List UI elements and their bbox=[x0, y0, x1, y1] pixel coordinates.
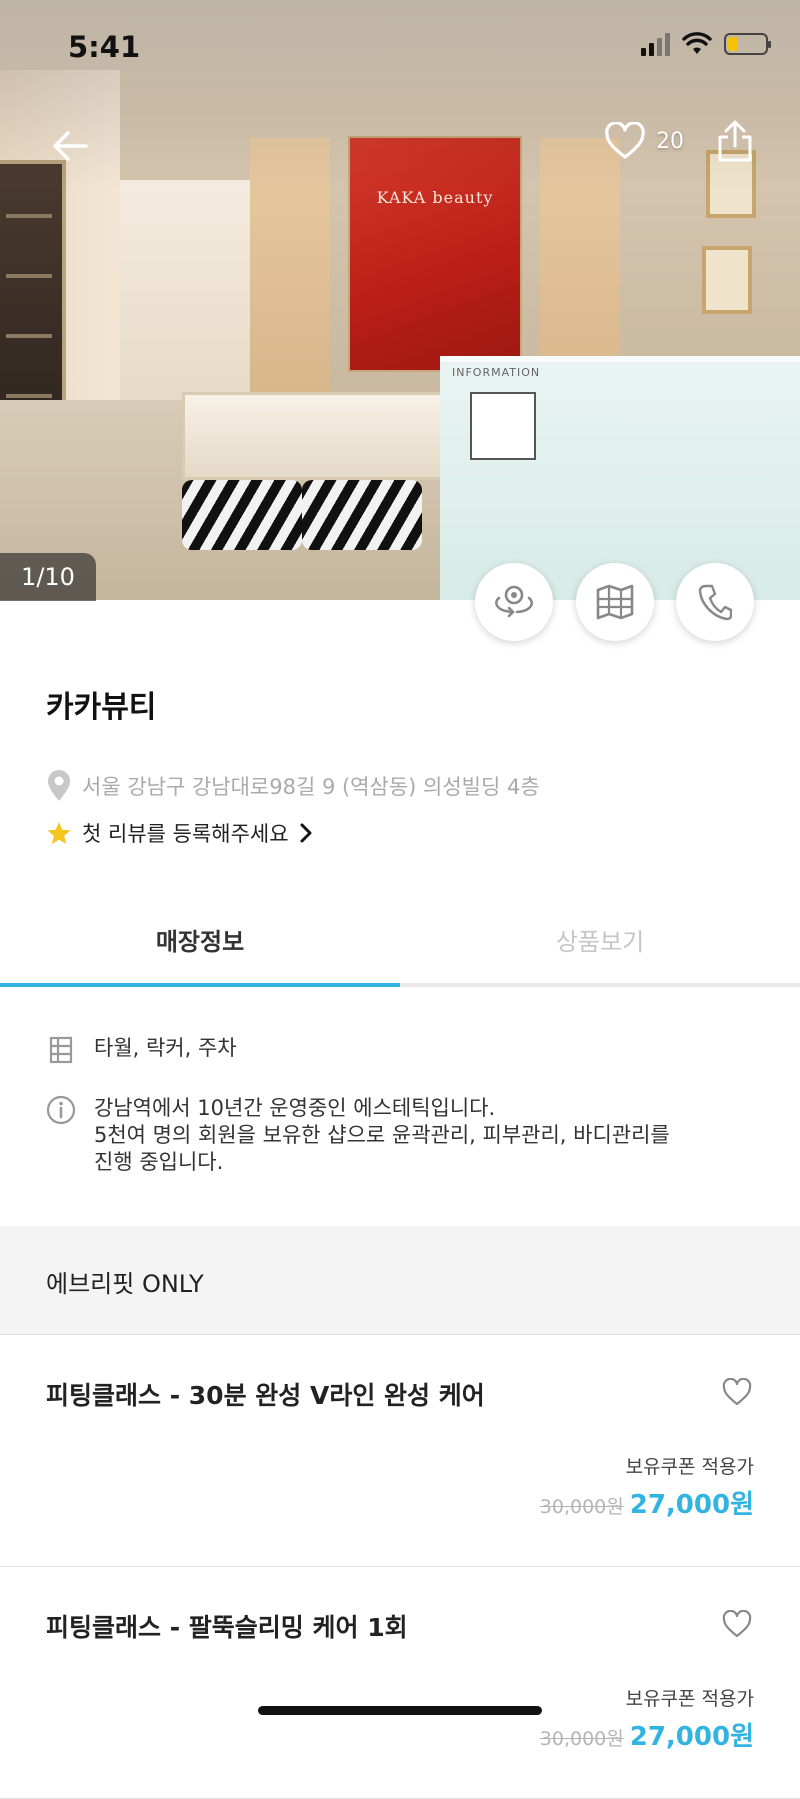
store-photo[interactable]: KAKA beauty INFORMATION bbox=[0, 0, 800, 600]
price-row: 30,000원 27,000원 bbox=[540, 1716, 754, 1753]
view-360-button[interactable] bbox=[475, 563, 553, 641]
address-text: 서울 강남구 강남대로98길 9 (역삼동) 의성빌딩 4층 bbox=[82, 775, 540, 799]
photo-stool bbox=[302, 480, 422, 550]
share-icon[interactable] bbox=[716, 118, 754, 164]
photo-shade bbox=[0, 0, 800, 190]
map-icon bbox=[596, 584, 634, 620]
phone-icon bbox=[698, 584, 732, 621]
photo-stool bbox=[182, 480, 302, 550]
status-time: 5:41 bbox=[68, 30, 141, 64]
heart-icon[interactable] bbox=[722, 1378, 752, 1406]
map-button[interactable] bbox=[576, 563, 654, 641]
product-name: 피팅클래스 - 30분 완성 V라인 완성 케어 bbox=[46, 1381, 485, 1410]
description-line: 5천여 명의 회원을 보유한 샵으로 윤곽관리, 피부관리, 바디관리를 bbox=[94, 1123, 670, 1147]
description-line: 강남역에서 10년간 운영중인 에스테틱입니다. bbox=[94, 1096, 496, 1120]
store-address: 서울 강남구 강남대로98길 9 (역삼동) 의성빌딩 4층 bbox=[46, 770, 540, 802]
photo-frame bbox=[702, 246, 752, 314]
star-icon bbox=[47, 821, 71, 844]
amenities-icon bbox=[46, 1035, 76, 1065]
like-button[interactable]: 20 bbox=[604, 122, 684, 160]
view-360-icon bbox=[495, 585, 533, 618]
tab-active-indicator bbox=[0, 983, 400, 987]
photo-display-case bbox=[182, 392, 448, 480]
status-icons bbox=[641, 32, 771, 56]
product-card[interactable]: 피팅클래스 - 30분 완성 V라인 완성 케어 보유쿠폰 적용가 30,000… bbox=[0, 1334, 800, 1567]
description-row: 강남역에서 10년간 운영중인 에스테틱입니다. 5천여 명의 회원을 보유한 … bbox=[46, 1095, 670, 1176]
original-price: 30,000원 bbox=[539, 1496, 624, 1518]
amenities-text: 타월, 락커, 주차 bbox=[94, 1036, 237, 1060]
heart-icon[interactable] bbox=[722, 1610, 752, 1638]
photo-counter-sign bbox=[470, 392, 536, 460]
like-count: 20 bbox=[656, 128, 684, 154]
info-icon bbox=[46, 1095, 76, 1125]
section-title: 에브리핏 ONLY bbox=[46, 1270, 204, 1298]
amenities-row: 타월, 락커, 주차 bbox=[46, 1035, 237, 1065]
image-counter: 1/10 bbox=[0, 553, 96, 601]
photo-corridor bbox=[120, 180, 250, 420]
product-card[interactable]: 피팅클래스 - 팔뚝슬리밍 케어 1회 보유쿠폰 적용가 30,000원 27,… bbox=[0, 1566, 800, 1799]
review-link[interactable]: 첫 리뷰를 등록해주세요 bbox=[46, 818, 313, 848]
product-name: 피팅클래스 - 팔뚝슬리밍 케어 1회 bbox=[46, 1613, 408, 1642]
battery-icon bbox=[724, 33, 771, 55]
section-header: 에브리핏 ONLY bbox=[0, 1226, 800, 1335]
cellular-signal-icon bbox=[641, 32, 670, 56]
location-pin-icon bbox=[48, 770, 70, 801]
tab-products[interactable]: 상품보기 bbox=[400, 900, 800, 984]
tab-store-info[interactable]: 매장정보 bbox=[0, 900, 400, 984]
final-price: 27,000원 bbox=[629, 1490, 754, 1520]
price-row: 30,000원 27,000원 bbox=[540, 1484, 754, 1521]
photo-sign-text: KAKA beauty bbox=[376, 188, 494, 207]
home-indicator[interactable] bbox=[258, 1706, 542, 1715]
chevron-right-icon bbox=[300, 823, 312, 843]
tab-bar: 매장정보 상품보기 bbox=[0, 900, 800, 988]
photo-counter-label: INFORMATION bbox=[452, 366, 541, 379]
description-line: 진행 중입니다. bbox=[94, 1150, 224, 1174]
original-price: 30,000원 bbox=[539, 1728, 624, 1750]
coupon-label: 보유쿠폰 적용가 bbox=[625, 1688, 754, 1710]
store-name: 카카뷰티 bbox=[46, 690, 157, 725]
coupon-label: 보유쿠폰 적용가 bbox=[625, 1456, 754, 1478]
review-prompt: 첫 리뷰를 등록해주세요 bbox=[82, 822, 289, 846]
heart-icon bbox=[605, 122, 645, 159]
back-arrow-icon[interactable] bbox=[46, 122, 94, 170]
final-price: 27,000원 bbox=[629, 1722, 754, 1752]
store-description: 강남역에서 10년간 운영중인 에스테틱입니다. 5천여 명의 회원을 보유한 … bbox=[94, 1095, 670, 1176]
call-button[interactable] bbox=[676, 563, 754, 641]
wifi-icon bbox=[682, 32, 712, 54]
